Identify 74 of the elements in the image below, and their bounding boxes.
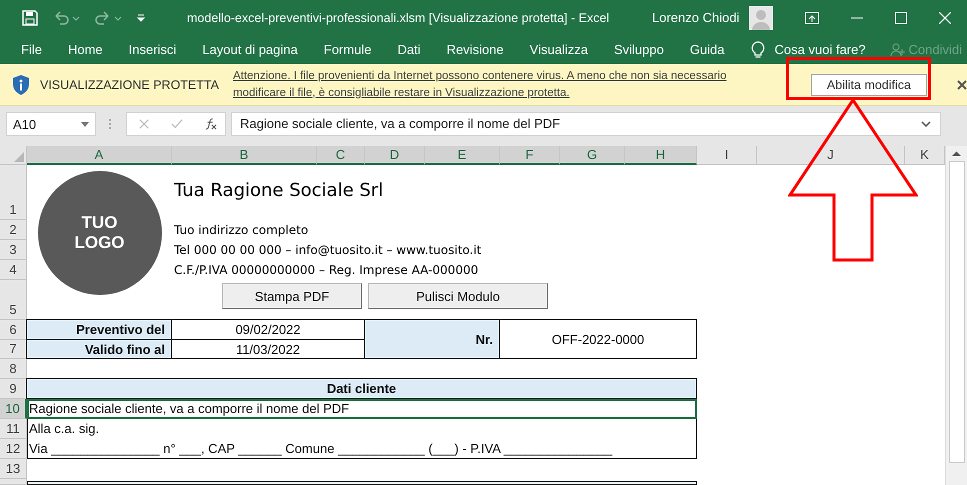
row-header[interactable]: 5 — [0, 280, 27, 320]
add-person-icon — [890, 42, 906, 56]
table-cell: Valido fino al — [26, 339, 172, 359]
row-header[interactable]: 11 — [0, 419, 27, 439]
save-icon[interactable] — [22, 10, 38, 26]
expand-icon[interactable] — [921, 121, 931, 127]
column-header[interactable]: B — [172, 146, 317, 165]
column-header[interactable]: K — [905, 146, 945, 165]
protected-view-message[interactable]: Attenzione. I file provenienti da Internet possono contenere virus. A meno che non sia necessario modificare il file, è consigliabile restare in Visualizzazione protetta. — [232, 68, 768, 102]
address-line: Tel 000 00 00 000 – info@tuosito.it – www.tuosito.it — [173, 242, 482, 259]
row-header[interactable]: 6 — [0, 320, 27, 340]
section-heading: Dati cliente — [26, 378, 697, 399]
ribbon-tab[interactable]: File — [21, 42, 42, 57]
address-line: C.F./P.IVA 00000000000 – Reg. Imprese AA-000000 — [173, 262, 480, 279]
table-cell: Nr. — [364, 319, 500, 359]
function-icon[interactable] — [205, 117, 218, 131]
column-header[interactable]: F — [500, 146, 560, 165]
more-icon — [108, 118, 112, 130]
check-icon[interactable] — [171, 118, 184, 130]
table-cell: OFF-2022-0000 — [499, 319, 697, 359]
address-line: Tuo indirizzo completo — [173, 222, 310, 239]
row-header[interactable]: 10 — [0, 399, 27, 419]
row-header[interactable]: 2 — [0, 220, 27, 240]
ribbon-tab[interactable]: Visualizza — [530, 42, 588, 57]
ribbon-tab[interactable]: Home — [68, 42, 103, 57]
lightbulb-icon — [750, 40, 765, 58]
ribbon-tab[interactable]: Formule — [324, 42, 372, 57]
table-cell[interactable]: Via _______________ n° ___, CAP ______ Comune ____________ (___) - P.IVA _______________ — [27, 439, 697, 459]
column-header[interactable]: D — [365, 146, 425, 165]
table-cell: Preventivo del — [26, 319, 172, 340]
row-header[interactable]: 3 — [0, 240, 27, 260]
row-header[interactable]: 9 — [0, 379, 27, 399]
triangle-icon — [14, 152, 24, 162]
avatar-icon[interactable] — [749, 6, 774, 30]
column-header[interactable]: J — [757, 146, 905, 165]
ribbon-tab[interactable]: Revisione — [446, 42, 504, 57]
shield-info-icon — [12, 74, 30, 96]
window-title: modello-excel-preventivi-professionali.xlsm [Visualizzazione protetta] - Excel — [187, 10, 610, 24]
ribbon-tab[interactable]: Layout di pagina — [202, 42, 298, 57]
column-header[interactable]: E — [425, 146, 500, 165]
table-cell[interactable]: Ragione sociale cliente, va a comporre il nome del PDF — [27, 399, 697, 419]
customize-icon[interactable] — [136, 12, 146, 22]
ribbon-tab[interactable]: Guida — [690, 42, 725, 57]
print-pdf-button[interactable]: Stampa PDF — [222, 283, 362, 309]
column-header[interactable]: I — [697, 146, 757, 165]
ribbon-tab[interactable]: Dati — [397, 42, 421, 57]
column-header[interactable]: A — [27, 146, 172, 165]
scroll-up-icon[interactable] — [951, 150, 962, 158]
redo-icon[interactable] — [94, 10, 122, 26]
row-header[interactable]: 8 — [0, 359, 27, 379]
row-header[interactable]: 13 — [0, 459, 27, 479]
protected-view-label: VISUALIZZAZIONE PROTETTA — [40, 78, 219, 92]
column-header[interactable]: H — [625, 146, 697, 165]
tell-me-field[interactable]: Cosa vuoi fare? — [774, 42, 866, 57]
logo-text: TUO LOGO — [74, 213, 125, 253]
row-header[interactable]: 4 — [0, 260, 27, 280]
formula-field[interactable]: Ragione sociale cliente, va a comporre il nome del PDF — [231, 112, 941, 136]
clear-form-button[interactable]: Pulisci Modulo — [368, 283, 548, 309]
row-header[interactable]: 7 — [0, 340, 27, 359]
column-header[interactable]: G — [560, 146, 625, 165]
maximize-icon[interactable] — [895, 12, 908, 24]
close-icon[interactable] — [956, 80, 967, 90]
ribbon-tab[interactable]: Sviluppo — [614, 42, 664, 57]
row-header[interactable]: 12 — [0, 439, 27, 459]
company-name: Tua Ragione Sociale Srl — [173, 179, 384, 203]
ribbon-display-icon[interactable] — [805, 12, 820, 24]
user-name[interactable]: Lorenzo Chiodi — [652, 10, 740, 25]
vertical-scrollbar[interactable] — [945, 146, 967, 485]
table-cell[interactable]: Alla c.a. sig. — [27, 419, 697, 439]
enable-editing-button[interactable]: Abilita modifica — [810, 74, 927, 96]
ribbon-tab[interactable]: Inserisci — [128, 42, 176, 57]
name-box[interactable]: A10 — [6, 112, 96, 136]
column-header[interactable]: C — [317, 146, 365, 165]
row-header[interactable]: 1 — [0, 165, 27, 220]
